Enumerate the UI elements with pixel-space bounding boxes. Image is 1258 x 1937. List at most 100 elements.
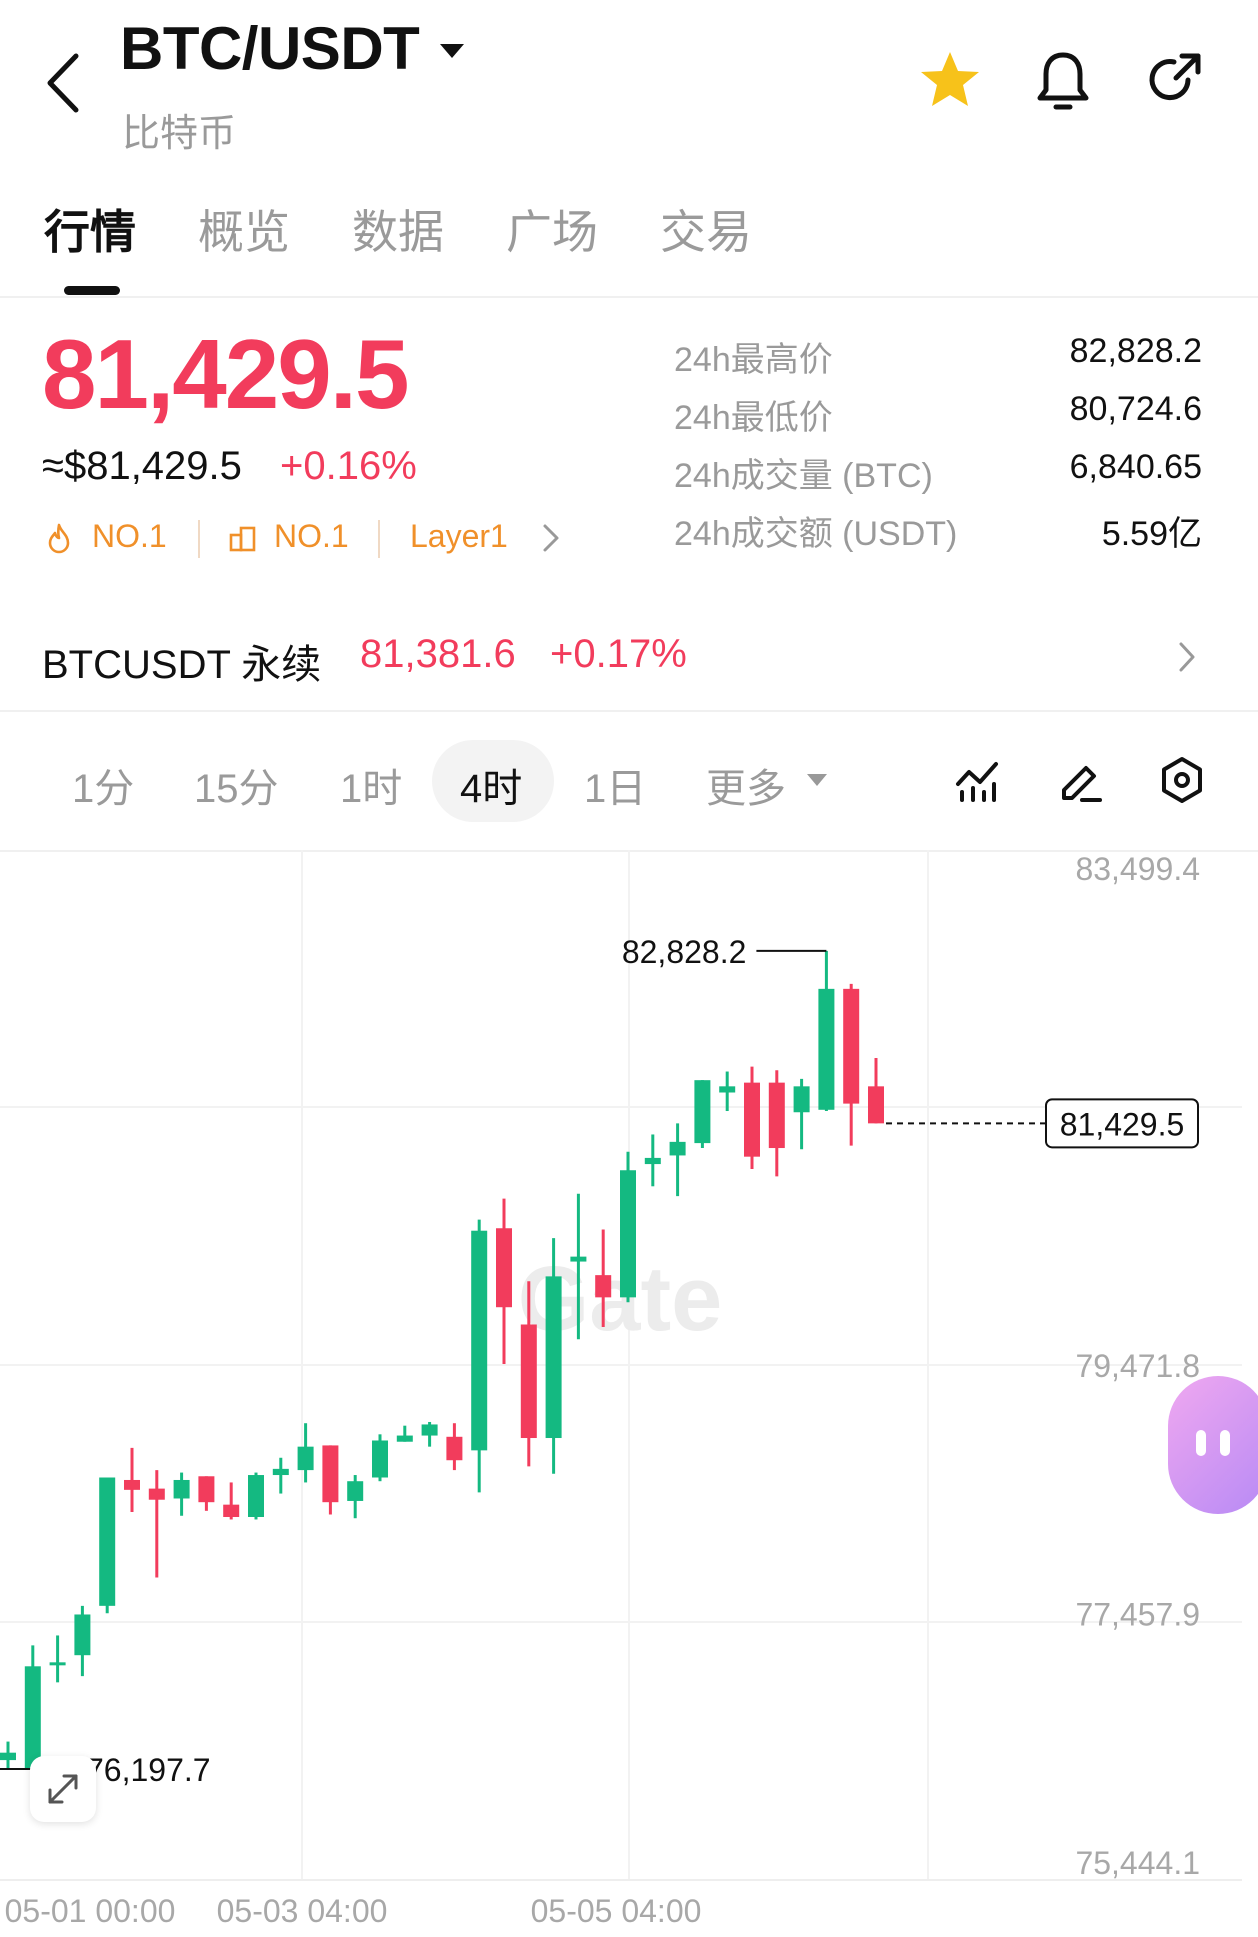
stat-label-low: 24h最低价	[674, 399, 833, 437]
candle-body	[694, 1080, 711, 1144]
usd-price: ≈$81,429.5	[42, 444, 242, 488]
perpetual-price: 81,381.6	[360, 632, 516, 676]
settings-icon[interactable]	[1158, 756, 1206, 804]
interval-1h[interactable]: 1时	[340, 756, 402, 814]
active-tab-indicator	[64, 286, 120, 295]
stat-label-high: 24h最高价	[674, 341, 833, 379]
candlestick-chart[interactable]: Gate 82,828.276,197.781,429.5 83,499.479…	[0, 850, 1258, 1937]
last-price-label: 81,429.5	[1060, 1106, 1185, 1142]
candle-body	[520, 1324, 537, 1439]
interval-1m[interactable]: 1分	[72, 756, 134, 814]
tab-data[interactable]: 数据	[352, 196, 444, 262]
interval-1d[interactable]: 1日	[584, 756, 646, 814]
candle-body	[99, 1477, 116, 1606]
candle-body	[347, 1481, 364, 1501]
draw-pencil-icon[interactable]	[1056, 756, 1104, 804]
candle-body	[272, 1468, 289, 1476]
tab-market[interactable]: 行情	[44, 196, 136, 262]
max-price-label: 82,828.2	[622, 934, 747, 970]
y-tick-label: 83,499.4	[1075, 851, 1200, 887]
candle-body	[793, 1086, 810, 1113]
pair-title[interactable]: BTC/USDT	[120, 14, 420, 83]
candle-body	[0, 1752, 16, 1761]
stat-value-volume: 6,840.65	[1069, 448, 1202, 486]
candle-body	[148, 1488, 165, 1500]
chevron-right-icon[interactable]	[540, 522, 562, 554]
badge-separator	[198, 520, 200, 558]
candle-body	[297, 1446, 314, 1471]
candle-body	[446, 1436, 463, 1461]
candle-body	[24, 1666, 41, 1769]
perpetual-change: +0.17%	[550, 632, 687, 676]
tab-square[interactable]: 广场	[506, 196, 598, 262]
y-tick-label: 77,457.9	[1075, 1597, 1200, 1633]
indicator-icon[interactable]	[954, 758, 1000, 804]
x-tick-label: 05-03 04:00	[217, 1893, 388, 1929]
share-icon[interactable]	[1144, 50, 1204, 110]
tab-overview[interactable]: 概览	[198, 196, 290, 262]
candle-body	[421, 1424, 438, 1436]
pair-dropdown-icon[interactable]	[438, 40, 466, 62]
back-arrow-icon[interactable]	[40, 48, 86, 118]
candle-body	[843, 988, 860, 1104]
last-price: 81,429.5	[42, 319, 409, 429]
candle-body	[868, 1086, 884, 1124]
candle-body	[595, 1275, 612, 1298]
badge-separator	[378, 520, 380, 558]
market-cap-icon	[229, 526, 256, 552]
rank-badge-hot[interactable]: NO.1	[92, 518, 167, 555]
floating-assistant-button[interactable]	[1168, 1376, 1258, 1514]
y-tick-label: 75,444.1	[1075, 1845, 1200, 1881]
candle-body	[719, 1086, 736, 1093]
candle-body	[768, 1082, 785, 1149]
flame-icon	[48, 523, 70, 554]
stat-value-turnover: 5.59亿	[1101, 515, 1202, 553]
candle-body	[644, 1157, 661, 1165]
candle-body	[49, 1662, 66, 1666]
caret-down-icon[interactable]	[806, 772, 828, 788]
interval-more[interactable]: 更多	[706, 756, 786, 814]
stat-label-volume: 24h成交量 (BTC)	[674, 457, 933, 495]
candle-body	[173, 1479, 190, 1499]
candle-body	[471, 1230, 488, 1451]
min-price-label: 76,197.7	[86, 1752, 211, 1788]
candle-body	[198, 1476, 215, 1503]
chevron-right-icon	[1179, 642, 1195, 672]
interval-4h[interactable]: 4时	[460, 756, 522, 814]
candle-body	[396, 1435, 413, 1442]
favorite-star-icon[interactable]	[918, 48, 982, 112]
alert-bell-icon[interactable]	[1034, 50, 1092, 112]
candle-body	[620, 1170, 636, 1298]
candle-body	[669, 1141, 686, 1156]
expand-arrows-icon	[48, 1774, 78, 1804]
candle-body	[818, 988, 835, 1110]
candle-body	[570, 1256, 587, 1262]
candle-body	[74, 1614, 91, 1656]
x-tick-label: 05-01 00:00	[5, 1893, 176, 1929]
assistant-eye	[1196, 1430, 1206, 1456]
stat-value-low: 80,724.6	[1069, 390, 1202, 428]
candle-body	[223, 1504, 240, 1517]
tab-trade[interactable]: 交易	[660, 196, 752, 262]
candle-body	[124, 1479, 140, 1490]
expand-chart-button[interactable]	[30, 1756, 96, 1822]
perpetual-name: BTCUSDT 永续	[42, 643, 322, 687]
candle-body	[372, 1440, 388, 1478]
rank-badge-cap[interactable]: NO.1	[274, 518, 349, 555]
candle-body	[248, 1475, 264, 1517]
divider	[0, 296, 1258, 298]
x-tick-label: 05-05 04:00	[531, 1893, 702, 1929]
y-tick-label: 79,471.8	[1075, 1348, 1200, 1384]
price-change-percent: +0.16%	[280, 444, 417, 488]
category-badge[interactable]: Layer1	[410, 518, 508, 555]
interval-15m[interactable]: 15分	[194, 756, 279, 814]
candle-body	[545, 1276, 562, 1439]
coin-name: 比特币	[122, 113, 237, 155]
candle-body	[322, 1445, 339, 1503]
stat-value-high: 82,828.2	[1069, 332, 1202, 370]
candle-body	[496, 1228, 512, 1308]
stat-label-turnover: 24h成交额 (USDT)	[674, 515, 958, 553]
candle-body	[744, 1082, 760, 1157]
divider	[0, 710, 1258, 712]
assistant-eye	[1220, 1430, 1230, 1456]
